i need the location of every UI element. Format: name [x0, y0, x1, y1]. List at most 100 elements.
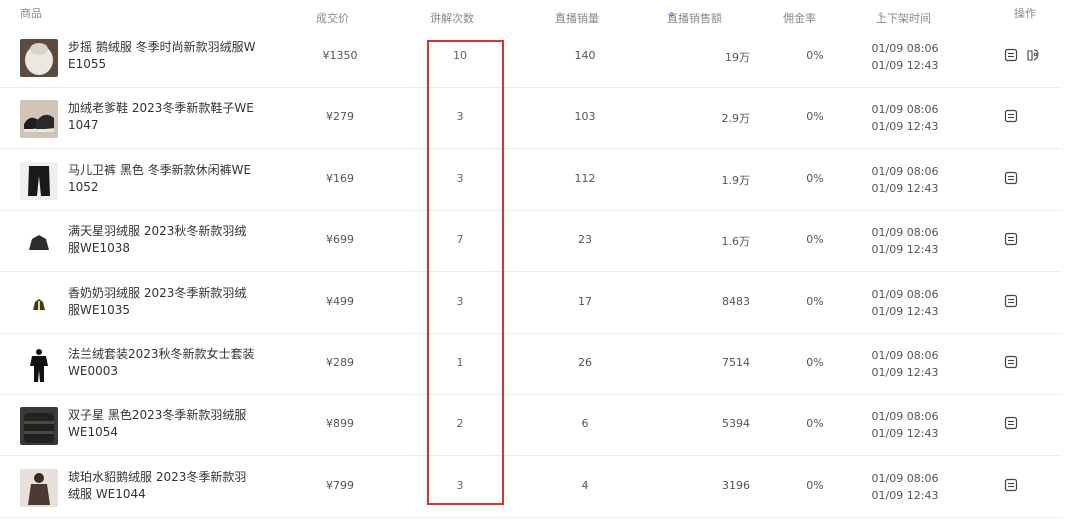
- price-cell: ¥899: [326, 417, 354, 431]
- product-name[interactable]: 步摇 鹅绒服 冬季时尚新款羽绒服WE1055: [68, 39, 258, 73]
- product-name[interactable]: 香奶奶羽绒服 2023冬季新款羽绒服WE1035: [68, 285, 258, 319]
- product-thumbnail[interactable]: [20, 468, 58, 507]
- row-actions: [1004, 477, 1018, 491]
- table-row[interactable]: 双子星 黑色2023冬季新款羽绒服WE1054 ¥899 2 6 5394 0% 01/09…: [0, 395, 1062, 457]
- table-row[interactable]: 法兰绒套装2023秋冬新款女士套装WE0003 ¥289 1 26 7514 0% 01/0…: [0, 334, 1062, 395]
- explain-count-cell: 2: [456, 417, 464, 431]
- explain-count-cell: 7: [456, 233, 464, 247]
- header-shelf-time-label: 上下架时间: [876, 12, 931, 25]
- table-row[interactable]: 加绒老爹鞋 2023冬季新款鞋子WE1047 ¥279 3 103 2.9万 0% 01/0…: [0, 88, 1062, 150]
- time-off: 01/09 12:43: [871, 304, 939, 318]
- detail-document-icon[interactable]: [1004, 231, 1018, 246]
- sort-icon[interactable]: ≑: [556, 10, 563, 19]
- detail-document-icon[interactable]: [1004, 293, 1018, 307]
- commission-cell: 0%: [806, 478, 824, 492]
- table-row[interactable]: 琥珀水貂鹅绒服 2023冬季新款羽绒服 WE1044 ¥799 3 4 3196 0% 01…: [0, 457, 1062, 518]
- commission-cell: 0%: [806, 110, 824, 124]
- explain-count-cell: 1: [456, 356, 464, 369]
- row-actions: [1004, 415, 1018, 430]
- explain-count-cell: 3: [456, 294, 464, 308]
- product-name[interactable]: 满天星羽绒服 2023秋冬新款羽绒服WE1038: [68, 223, 258, 257]
- live-sales-cell: 140: [574, 49, 596, 62]
- detail-document-icon[interactable]: [1004, 354, 1018, 369]
- product-name[interactable]: 法兰绒套装2023秋冬新款女士套装WE0003: [68, 346, 258, 380]
- shelf-time-cell: 01/09 08:06 01/09 12:43: [860, 286, 950, 320]
- sort-icon[interactable]: ≑: [431, 10, 438, 19]
- detail-document-icon[interactable]: [1004, 477, 1018, 491]
- commission-cell: 0%: [806, 233, 824, 247]
- product-name[interactable]: 双子星 黑色2023冬季新款羽绒服WE1054: [68, 407, 258, 441]
- price-cell: ¥279: [326, 110, 354, 124]
- header-action: 操作: [1014, 7, 1036, 20]
- live-amount-cell: 3196: [722, 478, 750, 492]
- live-sales-cell: 17: [578, 294, 592, 308]
- shelf-time-cell: 01/09 08:06 01/09 12:43: [860, 470, 950, 504]
- price-cell: ¥169: [326, 171, 354, 185]
- row-actions: [1004, 47, 1040, 62]
- shelf-time-cell: 01/09 08:06 01/09 12:43: [860, 101, 950, 135]
- explain-count-cell: 3: [456, 110, 464, 124]
- product-thumbnail[interactable]: [20, 407, 58, 446]
- detail-document-icon[interactable]: [1004, 415, 1018, 430]
- live-amount-cell: 19万: [725, 51, 750, 64]
- product-thumbnail[interactable]: [20, 346, 58, 384]
- time-on: 01/09 08:06: [871, 471, 939, 485]
- live-amount-cell: 1.6万: [721, 235, 751, 249]
- table-row[interactable]: 香奶奶羽绒服 2023冬季新款羽绒服WE1035 ¥499 3 17 8483 0% 01/…: [0, 273, 1062, 334]
- table-row[interactable]: 步摇 鹅绒服 冬季时尚新款羽绒服WE1055 ¥1350 10 140 19万 0% 01/…: [0, 27, 1062, 88]
- live-amount-cell: 5394: [722, 417, 750, 431]
- product-thumbnail[interactable]: [20, 161, 58, 200]
- price-cell: ¥799: [326, 478, 354, 492]
- row-actions: [1004, 231, 1018, 246]
- time-on: 01/09 08:06: [871, 226, 939, 240]
- time-off: 01/09 12:43: [871, 181, 939, 195]
- product-thumbnail[interactable]: [20, 284, 58, 323]
- time-on: 01/09 08:06: [871, 349, 939, 362]
- shelf-time-cell: 01/09 08:06 01/09 12:43: [860, 224, 950, 258]
- live-amount-cell: 1.9万: [721, 173, 751, 187]
- table-row[interactable]: 满天星羽绒服 2023秋冬新款羽绒服WE1038 ¥699 7 23 1.6万 0% 01/…: [0, 211, 1062, 273]
- sort-icon[interactable]: ≑: [668, 10, 675, 19]
- table-row[interactable]: 马儿卫裤 黑色 冬季新款休闲裤WE1052 ¥169 3 112 1.9万 0% 01/09…: [0, 150, 1062, 211]
- commission-cell: 0%: [806, 49, 824, 62]
- time-on: 01/09 08:06: [871, 42, 939, 55]
- time-off: 01/09 12:43: [871, 427, 939, 441]
- sort-icon[interactable]: ≑: [877, 10, 884, 19]
- time-on: 01/09 08:06: [871, 164, 939, 178]
- shelf-time-cell: 01/09 08:06 01/09 12:43: [860, 163, 950, 197]
- explain-count-cell: 3: [456, 478, 464, 492]
- explain-count-cell: 3: [456, 171, 464, 185]
- time-on: 01/09 08:06: [871, 103, 939, 117]
- product-name[interactable]: 加绒老爹鞋 2023冬季新款鞋子WE1047: [68, 100, 258, 134]
- shelf-time-cell: 01/09 08:06 01/09 12:43: [860, 40, 950, 74]
- explain-clip-icon[interactable]: [1026, 47, 1040, 61]
- time-off: 01/09 12:43: [871, 243, 939, 257]
- commission-cell: 0%: [806, 356, 824, 369]
- live-sales-cell: 26: [578, 356, 592, 369]
- detail-document-icon[interactable]: [1004, 108, 1018, 123]
- row-actions: [1004, 170, 1018, 184]
- row-actions: [1004, 108, 1018, 123]
- commission-cell: 0%: [806, 171, 824, 185]
- explain-count-cell: 10: [453, 49, 467, 62]
- product-thumbnail[interactable]: [20, 39, 58, 77]
- commission-cell: 0%: [806, 417, 824, 431]
- sort-icon[interactable]: ≑: [784, 10, 791, 19]
- live-sales-cell: 6: [581, 417, 589, 431]
- price-cell: ¥289: [326, 356, 354, 369]
- live-sales-cell: 4: [581, 478, 589, 492]
- live-sales-cell: 103: [574, 110, 596, 124]
- product-name[interactable]: 马儿卫裤 黑色 冬季新款休闲裤WE1052: [68, 162, 258, 196]
- time-off: 01/09 12:43: [871, 366, 939, 379]
- detail-document-icon[interactable]: [1004, 47, 1018, 62]
- product-name[interactable]: 琥珀水貂鹅绒服 2023冬季新款羽绒服 WE1044: [68, 469, 258, 503]
- product-thumbnail[interactable]: [20, 223, 58, 262]
- product-thumbnail[interactable]: [20, 100, 58, 139]
- row-actions: [1004, 354, 1018, 369]
- price-cell: ¥499: [326, 294, 354, 308]
- live-amount-cell: 8483: [722, 294, 750, 308]
- table-header: 商品 成交价 ≑ 讲解次数 ≑ 直播销量 ≑ 直播销售额 ≑ 佣金率 ≑ 上下架时间 ≑ 操…: [0, 0, 1080, 26]
- live-amount-cell: 7514: [722, 356, 750, 369]
- detail-document-icon[interactable]: [1004, 170, 1018, 184]
- sort-icon[interactable]: ≑: [317, 10, 324, 19]
